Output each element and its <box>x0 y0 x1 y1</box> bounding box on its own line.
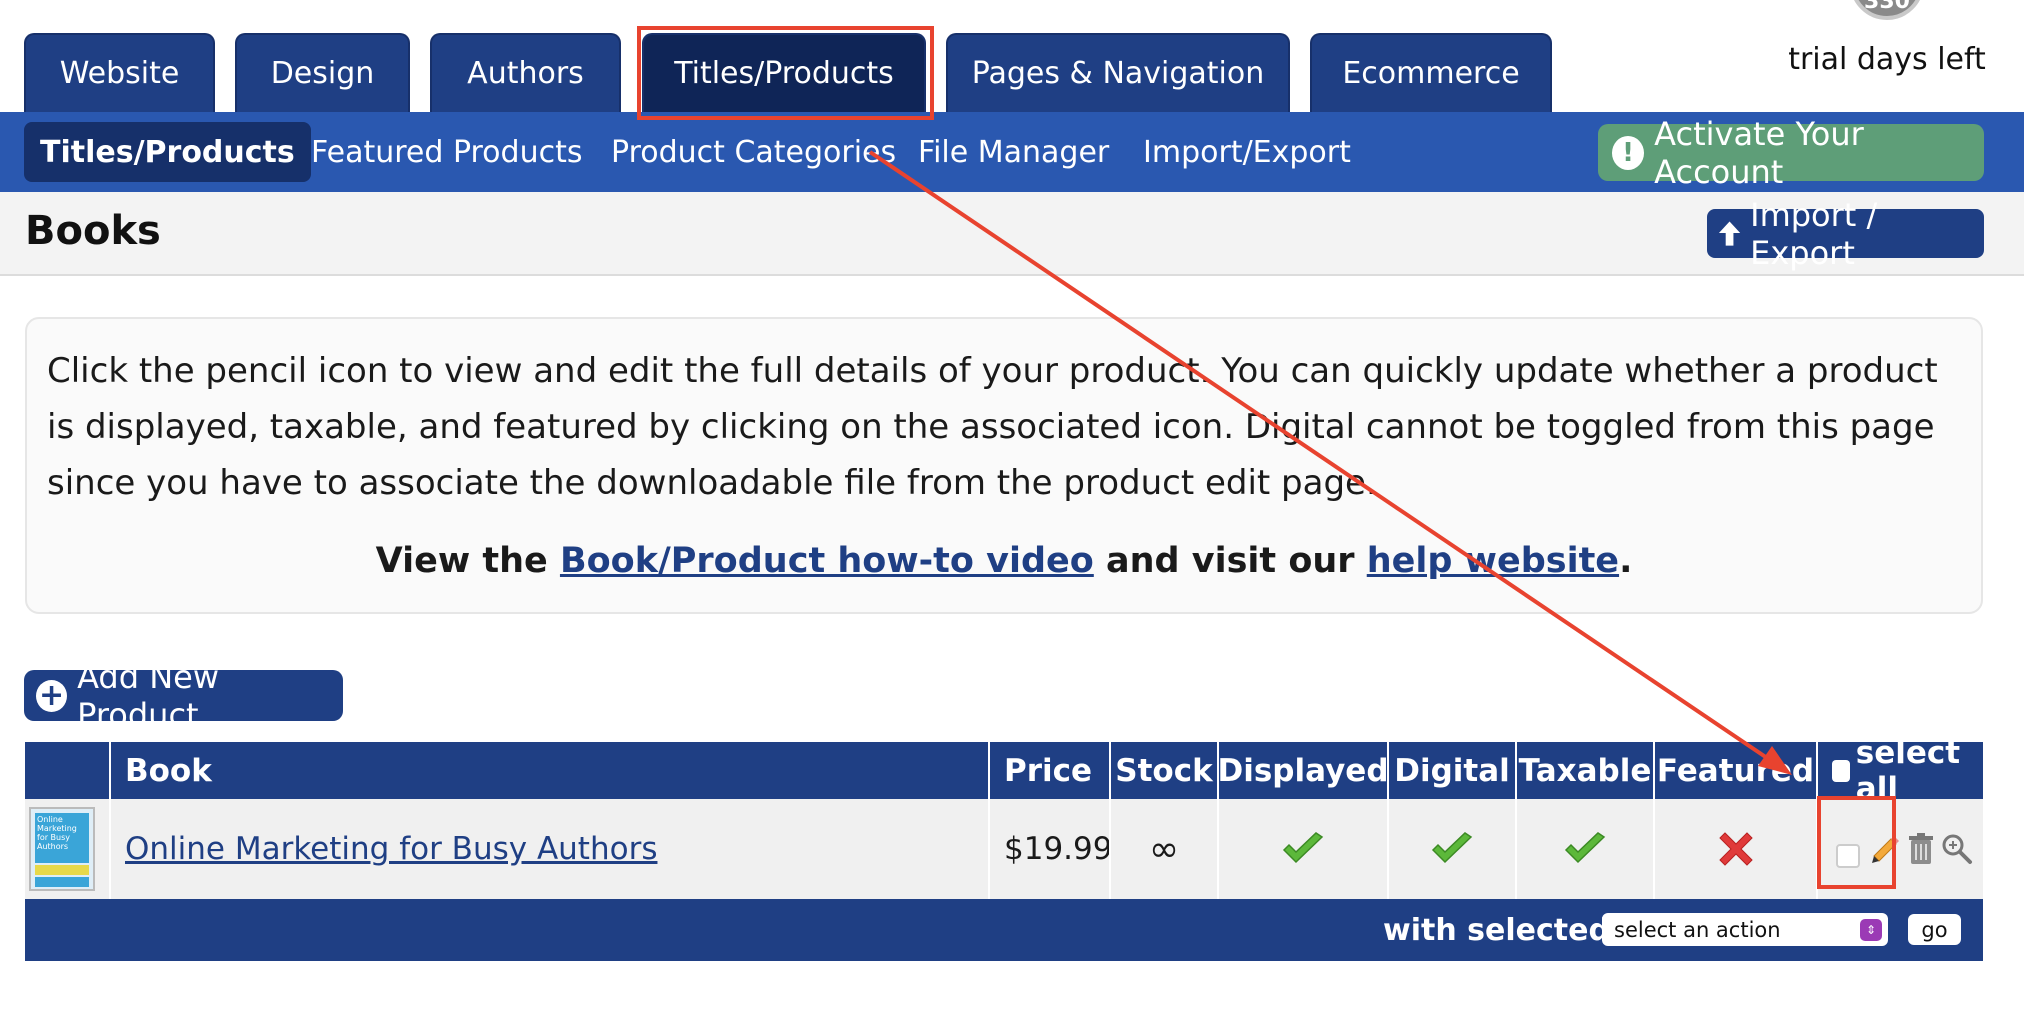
taxable-checkmark-icon[interactable] <box>1563 832 1607 866</box>
subnav-file-manager[interactable]: File Manager <box>918 122 1109 182</box>
column-header-displayed[interactable]: Displayed <box>1217 742 1389 799</box>
plus-circle-icon: + <box>36 679 68 712</box>
select-arrows-icon: ⇕ <box>1860 919 1882 941</box>
trash-icon[interactable] <box>1906 832 1936 866</box>
column-header-price[interactable]: Price <box>988 742 1109 799</box>
help-suffix-text: . <box>1619 541 1633 581</box>
select-all-checkbox[interactable] <box>1832 759 1850 782</box>
help-middle-text: and visit our <box>1093 541 1367 581</box>
subnav-featured-products[interactable]: Featured Products <box>311 122 582 182</box>
zoom-preview-icon[interactable] <box>1940 832 1974 866</box>
bulk-action-value: select an action <box>1614 917 1781 942</box>
thumbnail-title: Online Marketing for Busy Authors <box>35 813 89 863</box>
page-header: Books Import / Export <box>0 192 2024 276</box>
import-export-button[interactable]: Import / Export <box>1707 196 1984 272</box>
subnav-import-export[interactable]: Import/Export <box>1143 122 1351 182</box>
table-row: Online Marketing for Busy Authors Online… <box>25 799 1983 899</box>
stock-cell: ∞ <box>1109 799 1217 899</box>
subnav-product-categories[interactable]: Product Categories <box>611 122 896 182</box>
digital-checkmark-icon <box>1431 832 1473 864</box>
help-prefix-text: View the <box>375 541 560 581</box>
column-header-book[interactable]: Book <box>109 742 988 799</box>
tab-authors[interactable]: Authors <box>430 33 621 112</box>
bulk-action-select[interactable]: select an action ⇕ <box>1602 913 1888 946</box>
add-new-product-label: Add New Product <box>77 657 220 734</box>
page-title: Books <box>25 208 161 254</box>
tab-website[interactable]: Website <box>24 33 215 112</box>
taxable-cell <box>1515 799 1653 899</box>
activate-account-label: Activate Your Account <box>1654 114 1864 191</box>
top-tab-bar: Website Design Authors Titles/Products P… <box>0 0 2024 112</box>
column-header-stock[interactable]: Stock <box>1109 742 1217 799</box>
help-links-line: View the Book/Product how-to video and v… <box>27 541 1981 581</box>
digital-cell <box>1387 799 1515 899</box>
featured-x-icon[interactable] <box>1716 829 1756 869</box>
cover-band <box>35 865 89 875</box>
displayed-checkmark-icon[interactable] <box>1281 832 1325 866</box>
tab-ecommerce[interactable]: Ecommerce <box>1310 33 1552 112</box>
with-selected-label: with selected: <box>1383 912 1622 948</box>
trial-days-label: trial days left <box>1788 42 1986 77</box>
trial-indicator: 330 trial days left <box>1770 0 2024 100</box>
subnav-titles-products[interactable]: Titles/Products <box>24 122 311 182</box>
upload-arrow-icon <box>1718 220 1741 246</box>
book-cell: Online Marketing for Busy Authors <box>109 799 988 899</box>
info-panel: Click the pencil icon to view and edit t… <box>25 317 1983 614</box>
price-cell: $19.99 <box>988 799 1112 899</box>
import-export-label: Import / Export <box>1750 195 1878 272</box>
column-header-taxable[interactable]: Taxable <box>1515 742 1653 799</box>
go-button[interactable]: go <box>1908 914 1961 945</box>
add-new-product-button[interactable]: + Add New Product <box>24 658 343 734</box>
info-text: Click the pencil icon to view and edit t… <box>47 351 1938 503</box>
table-header: Book Price Stock Displayed Digital Taxab… <box>25 735 1983 807</box>
thumb-column-header <box>25 742 109 799</box>
trial-days-badge: 330 <box>1850 0 1924 20</box>
table-footer: with selected: select an action ⇕ go <box>25 899 1983 961</box>
alert-icon: ! <box>1612 135 1645 170</box>
book-cover-thumbnail[interactable]: Online Marketing for Busy Authors <box>29 807 95 891</box>
featured-cell <box>1653 799 1816 899</box>
column-header-featured[interactable]: Featured <box>1653 742 1816 799</box>
select-all-header: select all <box>1816 735 1983 807</box>
displayed-cell <box>1217 799 1387 899</box>
titles-tab-highlight-box <box>637 26 934 120</box>
cover-footer <box>35 877 89 887</box>
help-website-link[interactable]: help website <box>1367 541 1619 581</box>
activate-account-button[interactable]: ! Activate Your Account <box>1598 115 1984 191</box>
tab-design[interactable]: Design <box>235 33 410 112</box>
thumbnail-cell: Online Marketing for Busy Authors <box>25 799 109 899</box>
pencil-highlight-box <box>1817 796 1896 889</box>
book-title-link[interactable]: Online Marketing for Busy Authors <box>125 831 657 867</box>
how-to-video-link[interactable]: Book/Product how-to video <box>560 541 1094 581</box>
tab-pages-navigation[interactable]: Pages & Navigation <box>946 33 1290 112</box>
column-header-digital[interactable]: Digital <box>1387 742 1515 799</box>
